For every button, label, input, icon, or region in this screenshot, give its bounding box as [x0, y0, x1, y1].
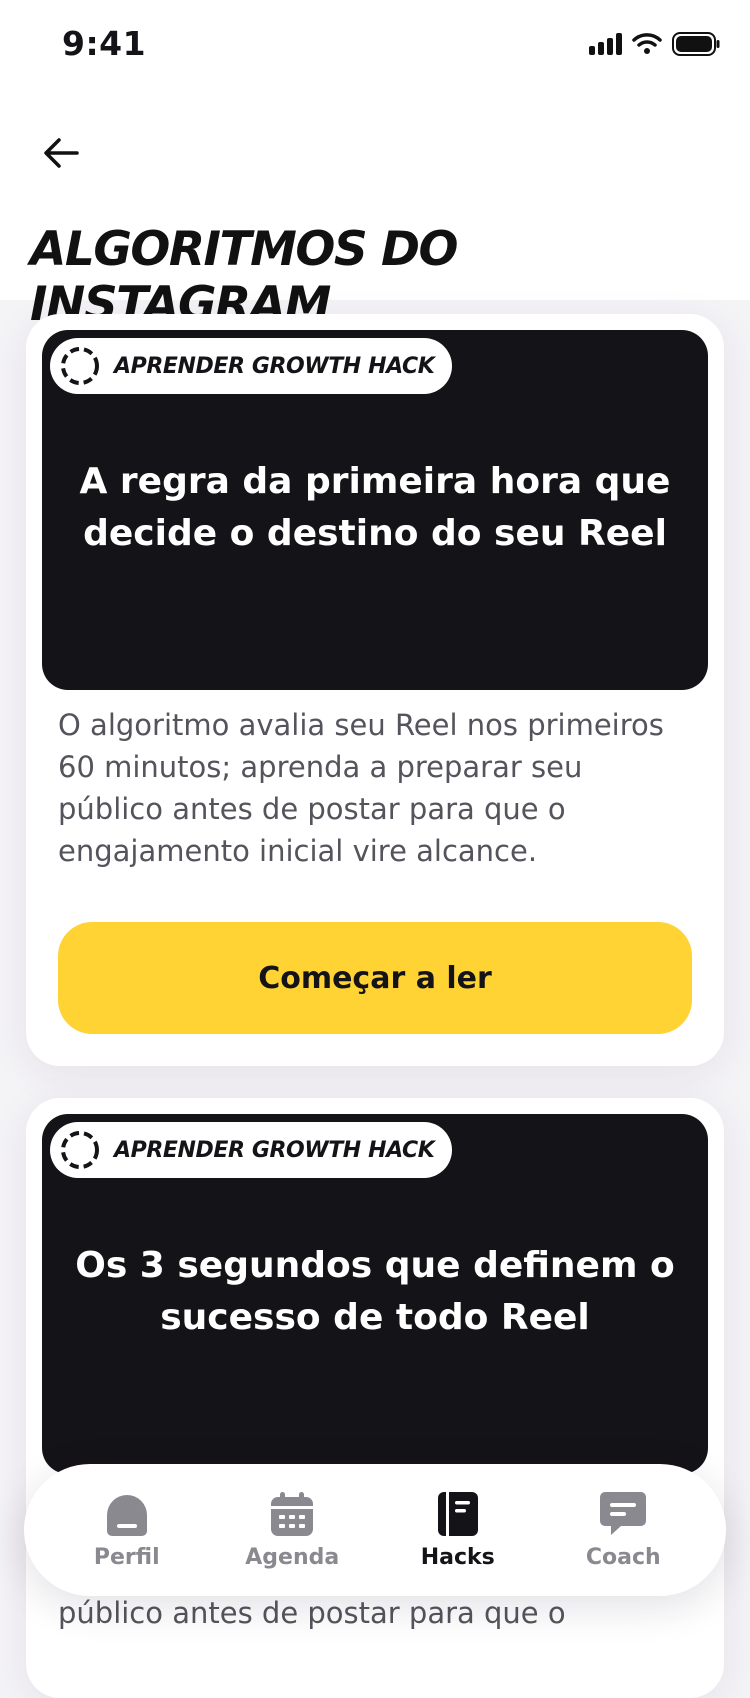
card-title: Os 3 segundos que definem o sucesso de t… — [75, 1245, 675, 1338]
tab-label: Agenda — [245, 1544, 340, 1570]
dashed-circle-icon — [58, 344, 102, 388]
tab-label: Coach — [585, 1544, 661, 1570]
status-time: 9:41 — [62, 24, 147, 63]
back-button[interactable] — [36, 128, 86, 178]
card-hero[interactable]: APRENDER GROWTH HACK A regra da primeira… — [42, 330, 708, 690]
dashed-circle-icon — [58, 1128, 102, 1172]
card-description: O algoritmo avalia seu Reel nos primeiro… — [58, 708, 664, 868]
tab-label: Hacks — [420, 1544, 495, 1570]
battery-icon — [672, 32, 720, 56]
category-badge: APRENDER GROWTH HACK — [50, 1122, 453, 1178]
tab-coach[interactable]: Coach — [548, 1491, 698, 1570]
card-description-peek: público antes de postar para que o — [58, 1596, 566, 1630]
bottom-tab-bar: Perfil Agenda Hacks Coach — [24, 1464, 726, 1596]
category-badge-label: APRENDER GROWTH HACK — [114, 1137, 435, 1163]
arrow-left-icon — [44, 138, 79, 168]
start-reading-button[interactable]: Começar a ler — [58, 922, 692, 1034]
category-badge: APRENDER GROWTH HACK — [50, 338, 453, 394]
book-icon — [437, 1491, 478, 1536]
wifi-icon — [632, 33, 662, 54]
calendar-icon — [271, 1491, 314, 1536]
hack-card: APRENDER GROWTH HACK A regra da primeira… — [26, 314, 724, 1066]
tab-perfil[interactable]: Perfil — [52, 1491, 202, 1570]
category-badge-label: APRENDER GROWTH HACK — [114, 353, 435, 379]
tab-agenda[interactable]: Agenda — [217, 1491, 367, 1570]
status-icons — [589, 32, 720, 56]
tab-hacks[interactable]: Hacks — [383, 1491, 533, 1570]
status-bar: 9:41 — [0, 0, 750, 90]
home-icon — [106, 1494, 147, 1536]
chat-icon — [600, 1491, 647, 1535]
card-hero[interactable]: APRENDER GROWTH HACK Os 3 segundos que d… — [42, 1114, 708, 1474]
tab-label: Perfil — [93, 1544, 160, 1570]
card-title: A regra da primeira hora que decide o de… — [79, 461, 671, 554]
signal-icon — [589, 33, 622, 55]
